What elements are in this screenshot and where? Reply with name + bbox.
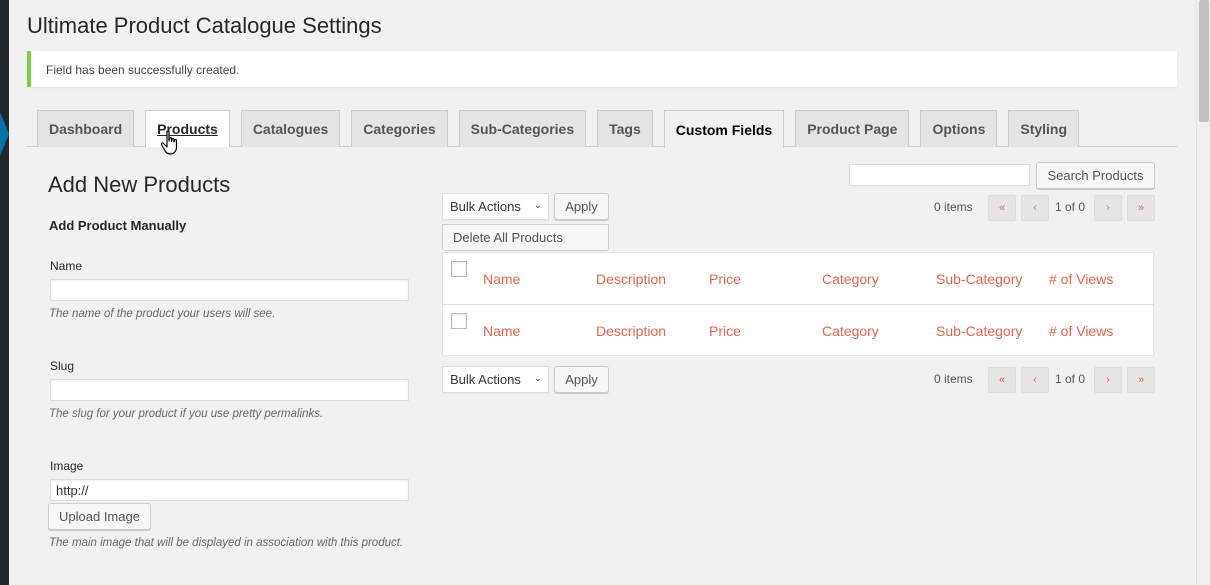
column-price[interactable]: Price — [709, 323, 741, 339]
column-price[interactable]: Price — [709, 271, 741, 287]
tab-tags[interactable]: Tags — [597, 110, 653, 147]
form-heading: Add New Products — [48, 172, 231, 197]
column-category[interactable]: Category — [822, 323, 879, 339]
tab-label: Custom Fields — [675, 121, 773, 138]
column-category[interactable]: Category — [822, 271, 879, 287]
form-subheading: Add Product Manually — [49, 218, 187, 233]
bulk-actions-value: Bulk Actions — [450, 372, 521, 387]
tab-label: Tags — [609, 121, 641, 137]
select-all-checkbox[interactable] — [451, 261, 467, 277]
next-page-button[interactable]: › — [1094, 367, 1122, 393]
scrollbar-thumb[interactable] — [1199, 0, 1209, 122]
hand-cursor-icon — [160, 130, 178, 155]
search-input[interactable] — [849, 164, 1030, 186]
prev-page-button[interactable]: ‹ — [1021, 195, 1049, 221]
column-description[interactable]: Description — [596, 323, 666, 339]
table-footer-row: Name Description Price Category Sub-Cate… — [443, 305, 1153, 357]
last-page-button[interactable]: » — [1127, 367, 1155, 393]
tab-dashboard[interactable]: Dashboard — [37, 110, 135, 147]
products-table: Name Description Price Category Sub-Cate… — [442, 252, 1154, 356]
tab-label: Styling — [1020, 121, 1068, 137]
last-page-button[interactable]: » — [1127, 195, 1155, 221]
bulk-actions-select-top[interactable]: Bulk Actions ⌄ — [442, 193, 549, 220]
admin-sidebar-edge — [0, 0, 9, 585]
delete-all-products-button[interactable]: Delete All Products — [442, 224, 609, 251]
first-page-button[interactable]: « — [988, 195, 1016, 221]
column-sub-category[interactable]: Sub-Category — [936, 323, 1022, 339]
tab-options[interactable]: Options — [920, 110, 998, 147]
bulk-actions-select-bottom[interactable]: Bulk Actions ⌄ — [442, 366, 549, 393]
tab-products[interactable]: Products — [145, 110, 230, 147]
column-name[interactable]: Name — [483, 323, 520, 339]
tab-label: Sub-Categories — [470, 121, 575, 137]
name-input[interactable] — [50, 279, 409, 301]
tab-label: Catalogues — [252, 121, 329, 137]
tab-label: Product Page — [807, 121, 898, 137]
image-label: Image — [50, 459, 84, 473]
notice-message: Field has been successfully created. — [46, 63, 240, 77]
upload-image-button[interactable]: Upload Image — [48, 503, 151, 530]
column-name[interactable]: Name — [483, 271, 520, 287]
success-notice: Field has been successfully created. — [27, 51, 1177, 87]
column-sub-category[interactable]: Sub-Category — [936, 271, 1022, 287]
chevron-down-icon: ⌄ — [533, 373, 542, 384]
tab-product-page[interactable]: Product Page — [795, 110, 910, 147]
apply-button-top[interactable]: Apply — [554, 193, 609, 220]
tab-catalogues[interactable]: Catalogues — [240, 110, 341, 147]
page-scrollbar[interactable] — [1196, 0, 1210, 585]
column-description[interactable]: Description — [596, 271, 666, 287]
items-count-bottom: 0 items — [934, 372, 973, 386]
next-page-button[interactable]: › — [1094, 195, 1122, 221]
column-views[interactable]: # of Views — [1049, 271, 1113, 287]
bulk-actions-value: Bulk Actions — [450, 199, 521, 214]
search-products-button[interactable]: Search Products — [1036, 162, 1155, 189]
select-all-checkbox-footer[interactable] — [451, 313, 467, 329]
slug-input[interactable] — [50, 379, 409, 401]
chevron-down-icon: ⌄ — [533, 200, 542, 211]
tab-styling[interactable]: Styling — [1008, 110, 1080, 147]
page-indicator-bottom: 1 of 0 — [1055, 372, 1086, 386]
image-url-input[interactable] — [50, 479, 409, 501]
name-label: Name — [50, 259, 83, 273]
tab-custom-fields[interactable]: Custom Fields — [663, 110, 785, 148]
slug-label: Slug — [50, 359, 75, 373]
image-description: The main image that will be displayed in… — [49, 537, 404, 549]
page-title: Ultimate Product Catalogue Settings — [27, 13, 382, 38]
page-indicator-top: 1 of 0 — [1055, 200, 1086, 214]
tab-label: Options — [932, 121, 986, 137]
tab-categories[interactable]: Categories — [351, 110, 448, 147]
apply-button-bottom[interactable]: Apply — [554, 366, 609, 393]
tab-sub-categories[interactable]: Sub-Categories — [458, 110, 587, 147]
slug-description: The slug for your product if you use pre… — [49, 408, 324, 420]
items-count-top: 0 items — [934, 200, 973, 214]
settings-tabs: Dashboard Products Catalogues Categories… — [37, 110, 1090, 148]
name-description: The name of the product your users will … — [49, 308, 276, 320]
prev-page-button[interactable]: ‹ — [1021, 367, 1049, 393]
column-views[interactable]: # of Views — [1049, 323, 1113, 339]
table-header-row: Name Description Price Category Sub-Cate… — [443, 253, 1153, 305]
first-page-button[interactable]: « — [988, 367, 1016, 393]
tab-label: Categories — [363, 121, 436, 137]
tab-label: Dashboard — [49, 121, 123, 137]
menu-active-indicator — [0, 112, 9, 156]
